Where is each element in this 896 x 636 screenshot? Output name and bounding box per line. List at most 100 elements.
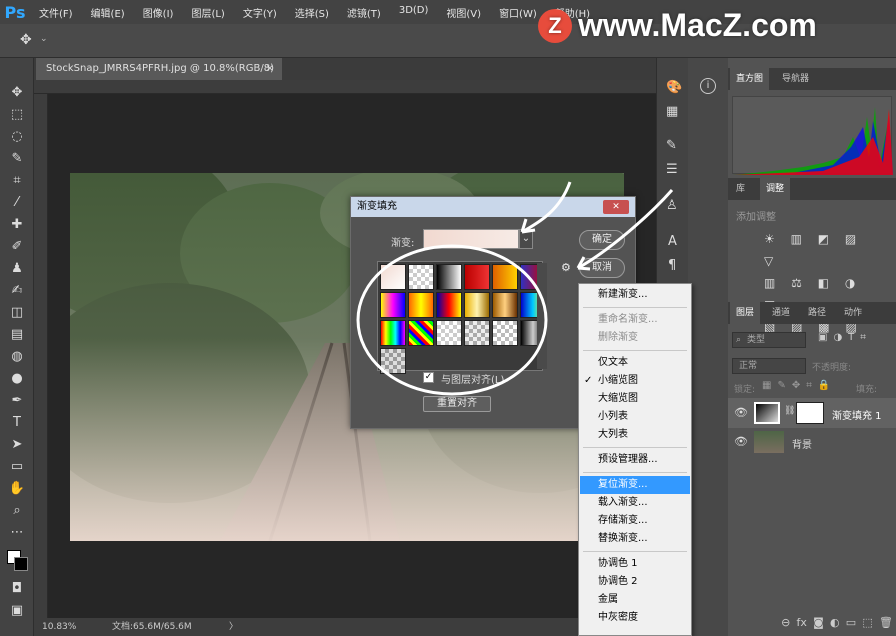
pen-icon[interactable]: ✒ (8, 392, 26, 410)
menu-item[interactable]: 图像(I) (134, 5, 183, 20)
layers-footer-icon[interactable]: ⊖ (781, 616, 790, 632)
context-menu-item[interactable]: 存储渐变... (580, 512, 690, 530)
context-menu-item[interactable]: 中灰密度 (580, 609, 690, 627)
status-arrow-icon[interactable]: 〉 (229, 618, 238, 636)
align-checkbox[interactable]: ✓ (423, 372, 434, 383)
crop-icon[interactable]: ⌗ (8, 172, 26, 190)
context-menu-item[interactable]: 大列表 (580, 426, 690, 444)
ok-button[interactable]: 确定 (579, 230, 625, 250)
gradient-swatch[interactable] (492, 320, 518, 346)
tab-adjustments[interactable]: 调整 (760, 178, 791, 200)
gradient-picker[interactable] (377, 261, 546, 374)
menu-item[interactable]: 文字(Y) (234, 5, 286, 20)
cancel-button[interactable]: 取消 (579, 258, 625, 278)
context-menu-item[interactable]: 载入渐变... (580, 494, 690, 512)
gear-icon[interactable]: ⚙ (561, 261, 571, 274)
quick-select-icon[interactable]: ✎ (8, 150, 26, 168)
gradient-swatch[interactable] (408, 264, 434, 290)
layer-name[interactable]: 渐变填充 1 (832, 407, 882, 422)
gradient-swatch[interactable] (380, 292, 406, 318)
more-tools-icon[interactable]: ⋯ (8, 524, 26, 542)
tab-histogram[interactable]: 直方图 (730, 68, 770, 90)
gradient-swatch[interactable] (436, 264, 462, 290)
tab-channels[interactable]: 通道 (766, 302, 796, 324)
context-menu-item[interactable]: 预设管理器... (580, 451, 690, 469)
eye-icon[interactable]: 👁 (734, 435, 748, 448)
quick-mask-icon[interactable]: ◘ (8, 580, 26, 598)
paragraph-icon[interactable]: ¶ (668, 258, 676, 273)
zoom-icon[interactable]: ⌕ (8, 502, 26, 520)
hand-icon[interactable]: ✋ (8, 480, 26, 498)
menu-item[interactable]: 视图(V) (437, 5, 490, 20)
menu-item[interactable]: 3D(D) (390, 5, 438, 20)
document-tab[interactable]: StockSnap_JMRRS4PFRH.jpg @ 10.8%(RGB/8) … (36, 58, 282, 80)
context-menu-item[interactable]: 小列表 (580, 408, 690, 426)
move-icon[interactable]: ✥ (8, 84, 26, 102)
context-menu-item[interactable]: 重命名渐变... (580, 311, 690, 329)
context-menu-item[interactable]: 复位渐变... (580, 476, 690, 494)
gradient-swatch[interactable] (492, 264, 518, 290)
gradient-swatch[interactable] (492, 292, 518, 318)
reset-align-button[interactable]: 重置对齐 (423, 396, 491, 412)
grid-icon[interactable]: ▦ (666, 104, 678, 119)
move-tool-icon[interactable]: ✥ (20, 32, 32, 48)
layer-row[interactable]: 👁 ⛓ 渐变填充 1 (728, 398, 896, 428)
clone-source-icon[interactable]: ♙ (666, 198, 678, 213)
chevron-down-icon[interactable]: ⌄ (40, 34, 48, 44)
gradient-swatch[interactable] (464, 320, 490, 346)
layers-footer-icon[interactable]: fx (797, 616, 807, 632)
layers-footer-icon[interactable]: ◐ (830, 616, 840, 632)
tab-libraries[interactable]: 库 (730, 178, 751, 200)
tab-paths[interactable]: 路径 (802, 302, 832, 324)
layer-name[interactable]: 背景 (792, 436, 812, 451)
lasso-icon[interactable]: ◌ (8, 128, 26, 146)
palette-icon[interactable]: 🎨 (666, 80, 682, 95)
history-brush-icon[interactable]: ✍ (8, 282, 26, 300)
gradient-icon[interactable]: ▤ (8, 326, 26, 344)
context-menu-item[interactable]: 金属 (580, 591, 690, 609)
layer-filter[interactable]: ⌕ 类型 (732, 332, 806, 348)
gradient-swatch[interactable] (464, 292, 490, 318)
gradient-swatch[interactable] (464, 264, 490, 290)
tab-layers[interactable]: 图层 (730, 302, 761, 324)
gradient-swatch[interactable] (408, 292, 434, 318)
stamp-icon[interactable]: ♟ (8, 260, 26, 278)
context-menu-item[interactable]: 删除渐变 (580, 329, 690, 347)
close-button[interactable]: ✕ (603, 200, 629, 214)
context-menu-item[interactable]: 大缩览图 (580, 390, 690, 408)
gradient-swatch[interactable] (380, 264, 406, 290)
picker-scrollbar[interactable] (537, 263, 547, 369)
type-icon[interactable]: T (8, 414, 26, 432)
layers-footer-icon[interactable]: 🗑 (879, 616, 893, 632)
context-menu-item[interactable]: 协调色 2 (580, 573, 690, 591)
menu-item[interactable]: 图层(L) (182, 5, 233, 20)
context-menu-item[interactable]: 协调色 1 (580, 555, 690, 573)
path-select-icon[interactable]: ➤ (8, 436, 26, 454)
close-icon[interactable]: × (266, 58, 274, 80)
context-menu-item[interactable]: ✓ 小缩览图 (580, 372, 690, 390)
tab-actions[interactable]: 动作 (838, 302, 868, 324)
info-icon[interactable]: i (700, 78, 716, 94)
gradient-swatch[interactable] (436, 292, 462, 318)
shape-icon[interactable]: ▭ (8, 458, 26, 476)
zoom-level[interactable]: 10.83% (42, 618, 76, 636)
layers-footer-icon[interactable]: ⬚ (862, 616, 872, 632)
menu-item[interactable]: 选择(S) (286, 5, 338, 20)
tab-navigator[interactable]: 导航器 (776, 68, 815, 90)
eye-icon[interactable]: 👁 (734, 406, 748, 419)
eraser-icon[interactable]: ◫ (8, 304, 26, 322)
gradient-swatch[interactable] (408, 320, 434, 346)
gradient-swatch[interactable] (436, 320, 462, 346)
eyedropper-icon[interactable]: ⁄ (8, 194, 26, 212)
layer-row[interactable]: 👁 背景 (728, 428, 896, 456)
context-menu-item[interactable]: 替换渐变... (580, 530, 690, 548)
brush-icon[interactable]: ✐ (8, 238, 26, 256)
background-color-swatch[interactable] (14, 557, 28, 571)
dodge-icon[interactable]: ● (8, 370, 26, 388)
gradient-swatch[interactable] (380, 320, 406, 346)
context-menu-item[interactable]: 仅文本 (580, 354, 690, 372)
gradient-swatch[interactable] (380, 348, 406, 374)
menu-item[interactable]: 滤镜(T) (338, 5, 390, 20)
screen-mode-icon[interactable]: ▣ (8, 602, 26, 620)
character-icon[interactable]: A (668, 234, 677, 249)
